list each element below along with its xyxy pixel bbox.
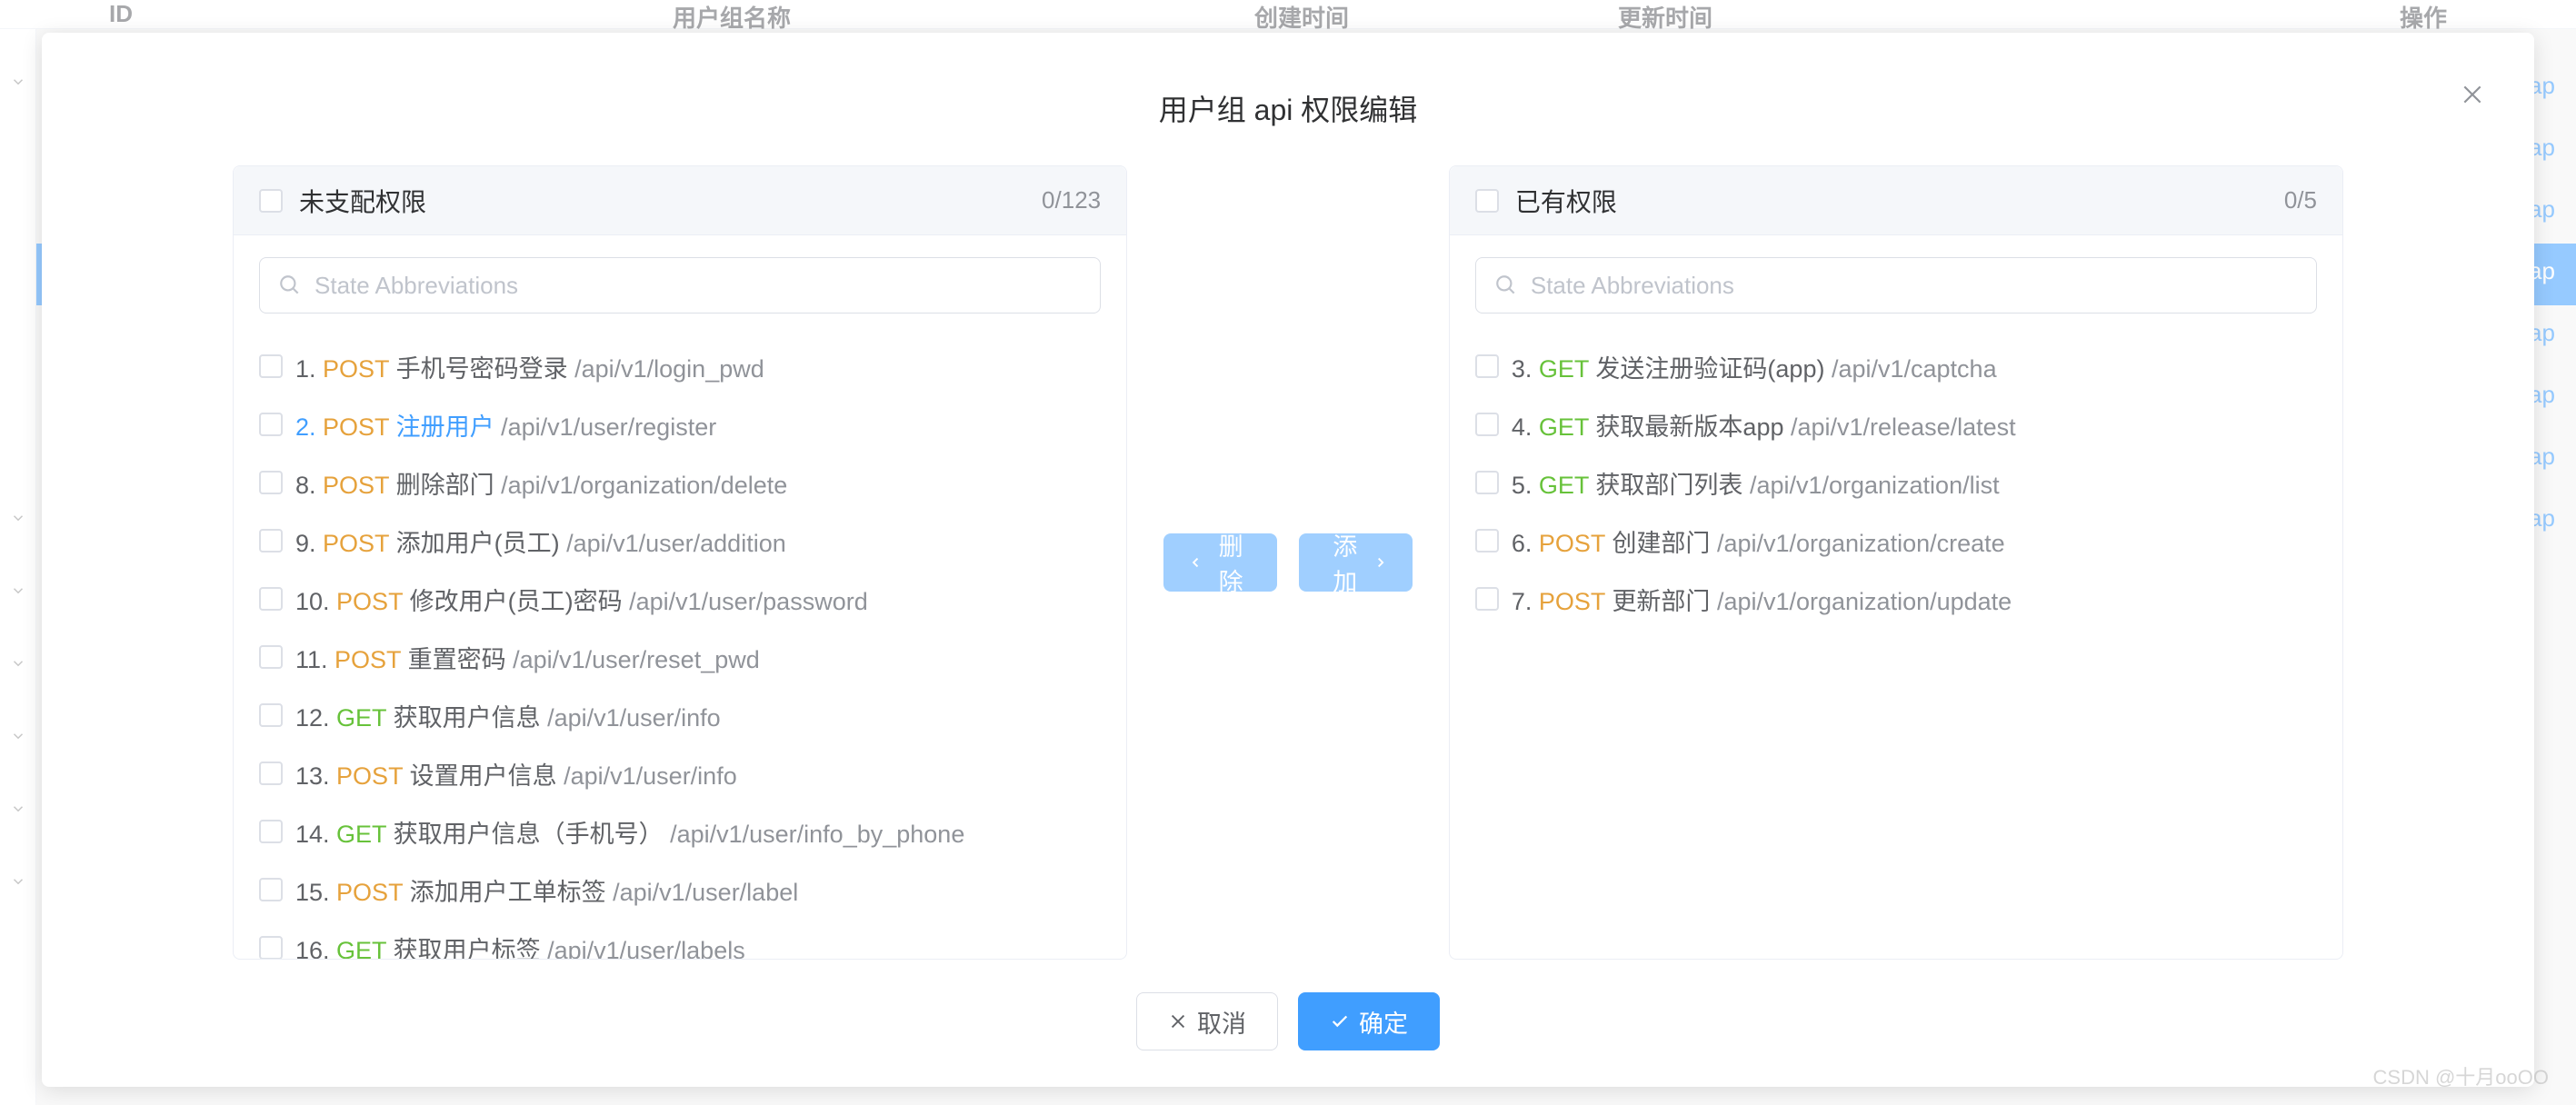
item-text: 14. GET 获取用户信息（手机号） /api/v1/user/info_by…: [295, 814, 964, 850]
add-button[interactable]: 添加: [1299, 533, 1413, 592]
chevron-right-icon: [1373, 554, 1387, 571]
item-checkbox[interactable]: [259, 645, 283, 669]
list-item[interactable]: 7. POST 更新部门 /api/v1/organization/update: [1475, 570, 2330, 628]
chevron-left-icon: [1189, 554, 1203, 571]
unassigned-header: 未支配权限 0/123: [234, 166, 1126, 235]
item-checkbox[interactable]: [259, 587, 283, 611]
unassigned-search-input[interactable]: [315, 272, 1082, 300]
list-item[interactable]: 3. GET 发送注册验证码(app) /api/v1/captcha: [1475, 337, 2330, 395]
unassigned-count: 0/123: [1042, 186, 1101, 214]
cancel-label: 取消: [1197, 1004, 1246, 1040]
cancel-button[interactable]: 取消: [1136, 992, 1278, 1050]
unassigned-panel: 未支配权限 0/123 1. POST 手机号密码登录 /api/v1/logi…: [233, 165, 1127, 960]
assigned-search-input[interactable]: [1531, 272, 2298, 300]
item-checkbox[interactable]: [1475, 354, 1499, 378]
close-button[interactable]: [2456, 78, 2489, 111]
unassigned-search-wrap: [234, 235, 1126, 332]
item-checkbox[interactable]: [259, 820, 283, 843]
list-item[interactable]: 12. GET 获取用户信息 /api/v1/user/info: [259, 686, 1113, 744]
assigned-list[interactable]: 3. GET 发送注册验证码(app) /api/v1/captcha 4. GE…: [1450, 332, 2342, 959]
item-checkbox[interactable]: [1475, 413, 1499, 436]
list-item[interactable]: 11. POST 重置密码 /api/v1/user/reset_pwd: [259, 628, 1113, 686]
watermark: CSDN @十月ooOO: [2373, 1061, 2549, 1090]
modal-title: 用户组 api 权限编辑: [233, 87, 2343, 129]
item-text: 1. POST 手机号密码登录 /api/v1/login_pwd: [295, 349, 764, 384]
list-item[interactable]: 2. POST 注册用户 /api/v1/user/register: [259, 395, 1113, 453]
list-item[interactable]: 1. POST 手机号密码登录 /api/v1/login_pwd: [259, 337, 1113, 395]
item-checkbox[interactable]: [1475, 471, 1499, 494]
check-icon: [1330, 1011, 1350, 1031]
list-item[interactable]: 13. POST 设置用户信息 /api/v1/user/info: [259, 744, 1113, 802]
list-item[interactable]: 10. POST 修改用户(员工)密码 /api/v1/user/passwor…: [259, 570, 1113, 628]
transfer-buttons: 删除 添加: [1163, 533, 1413, 592]
remove-button[interactable]: 删除: [1163, 533, 1277, 592]
list-item[interactable]: 16. GET 获取用户标签 /api/v1/user/labels: [259, 919, 1113, 959]
item-checkbox[interactable]: [259, 703, 283, 727]
item-checkbox[interactable]: [259, 529, 283, 552]
item-checkbox[interactable]: [259, 354, 283, 378]
unassigned-title: 未支配权限: [299, 183, 1042, 219]
confirm-label: 确定: [1359, 1004, 1408, 1040]
item-checkbox[interactable]: [259, 762, 283, 785]
item-text: 2. POST 注册用户 /api/v1/user/register: [295, 407, 716, 443]
item-text: 10. POST 修改用户(员工)密码 /api/v1/user/passwor…: [295, 582, 868, 617]
item-text: 9. POST 添加用户(员工) /api/v1/user/addition: [295, 523, 786, 559]
item-text: 11. POST 重置密码 /api/v1/user/reset_pwd: [295, 640, 760, 675]
item-checkbox[interactable]: [259, 471, 283, 494]
item-text: 12. GET 获取用户信息 /api/v1/user/info: [295, 698, 721, 733]
item-checkbox[interactable]: [259, 936, 283, 959]
close-icon: [2461, 83, 2484, 106]
item-text: 13. POST 设置用户信息 /api/v1/user/info: [295, 756, 737, 791]
assigned-count: 0/5: [2284, 186, 2317, 214]
list-item[interactable]: 8. POST 删除部门 /api/v1/organization/delete: [259, 453, 1113, 512]
list-item[interactable]: 15. POST 添加用户工单标签 /api/v1/user/label: [259, 861, 1113, 919]
list-item[interactable]: 9. POST 添加用户(员工) /api/v1/user/addition: [259, 512, 1113, 570]
search-icon: [278, 274, 302, 297]
confirm-button[interactable]: 确定: [1298, 992, 1440, 1050]
item-text: 8. POST 删除部门 /api/v1/organization/delete: [295, 465, 787, 501]
list-item[interactable]: 4. GET 获取最新版本app /api/v1/release/latest: [1475, 395, 2330, 453]
modal-footer: 取消 确定: [233, 960, 2343, 1050]
select-all-assigned-checkbox[interactable]: [1475, 189, 1499, 213]
assigned-title: 已有权限: [1515, 183, 2284, 219]
unassigned-list[interactable]: 1. POST 手机号密码登录 /api/v1/login_pwd 2. POST…: [234, 332, 1126, 959]
add-label: 添加: [1324, 527, 1366, 598]
item-checkbox[interactable]: [259, 878, 283, 901]
list-item[interactable]: 14. GET 获取用户信息（手机号） /api/v1/user/info_by…: [259, 802, 1113, 861]
item-text: 16. GET 获取用户标签 /api/v1/user/labels: [295, 931, 745, 960]
assigned-search-box[interactable]: [1475, 257, 2317, 314]
select-all-unassigned-checkbox[interactable]: [259, 189, 283, 213]
search-icon: [1494, 274, 1518, 297]
item-text: 7. POST 更新部门 /api/v1/organization/update: [1512, 582, 2012, 617]
assigned-panel: 已有权限 0/5 3. GET 发送注册验证码(app) /api/v1/cap…: [1449, 165, 2343, 960]
item-checkbox[interactable]: [1475, 587, 1499, 611]
list-item[interactable]: 5. GET 获取部门列表 /api/v1/organization/list: [1475, 453, 2330, 512]
item-text: 6. POST 创建部门 /api/v1/organization/create: [1512, 523, 2005, 559]
transfer-container: 未支配权限 0/123 1. POST 手机号密码登录 /api/v1/logi…: [233, 165, 2343, 960]
item-checkbox[interactable]: [1475, 529, 1499, 552]
list-item[interactable]: 6. POST 创建部门 /api/v1/organization/create: [1475, 512, 2330, 570]
item-text: 3. GET 发送注册验证码(app) /api/v1/captcha: [1512, 349, 1997, 384]
remove-label: 删除: [1210, 527, 1252, 598]
close-icon: [1168, 1011, 1188, 1031]
assigned-header: 已有权限 0/5: [1450, 166, 2342, 235]
item-text: 4. GET 获取最新版本app /api/v1/release/latest: [1512, 407, 2016, 443]
item-checkbox[interactable]: [259, 413, 283, 436]
assigned-search-wrap: [1450, 235, 2342, 332]
unassigned-search-box[interactable]: [259, 257, 1101, 314]
item-text: 5. GET 获取部门列表 /api/v1/organization/list: [1512, 465, 2000, 501]
permission-modal: 用户组 api 权限编辑 未支配权限 0/123 1. POST 手机号密码登录…: [42, 33, 2534, 1087]
item-text: 15. POST 添加用户工单标签 /api/v1/user/label: [295, 872, 798, 908]
